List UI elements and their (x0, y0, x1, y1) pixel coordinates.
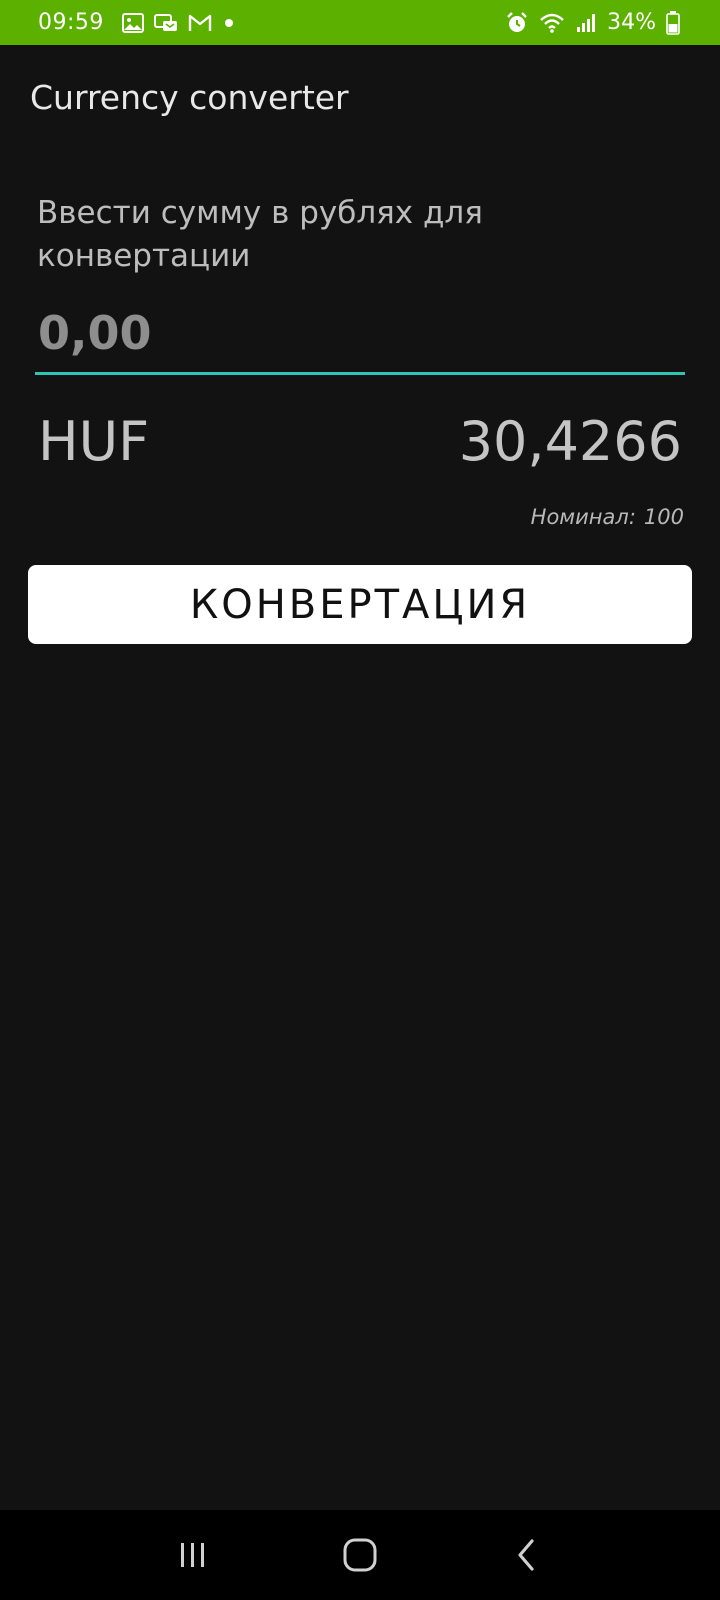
app-title: Currency converter (30, 78, 349, 117)
gallery-icon (121, 12, 144, 33)
currency-code: HUF (38, 410, 150, 473)
status-bar: 09:59 34% (0, 0, 720, 45)
home-icon[interactable] (320, 1525, 400, 1585)
messenger-icon (153, 13, 178, 33)
alarm-icon (505, 11, 529, 35)
nominal-label: Номинал: (530, 505, 636, 529)
back-icon[interactable] (487, 1525, 567, 1585)
convert-button[interactable]: КОНВЕРТАЦИЯ (28, 565, 692, 644)
status-left: 09:59 (38, 10, 236, 35)
gmail-icon (188, 14, 212, 32)
recent-apps-icon[interactable] (153, 1525, 233, 1585)
amount-input[interactable] (35, 305, 685, 375)
nominal-row: Номинал: 100 (531, 505, 684, 529)
battery-icon (666, 10, 680, 35)
notification-dot-icon (222, 16, 236, 30)
status-time: 09:59 (38, 10, 104, 35)
screen: 09:59 34% Currency converter Ввести сумм… (0, 0, 720, 1600)
signal-icon (575, 13, 597, 33)
wifi-icon (539, 12, 565, 34)
currency-rate: 30,4266 (458, 410, 682, 473)
status-right: 34% (505, 10, 680, 35)
nav-bar (0, 1510, 720, 1600)
amount-prompt-label: Ввести сумму в рублях для конвертации (37, 195, 483, 274)
nominal-value: 100 (643, 505, 684, 529)
battery-percent: 34% (607, 10, 656, 35)
